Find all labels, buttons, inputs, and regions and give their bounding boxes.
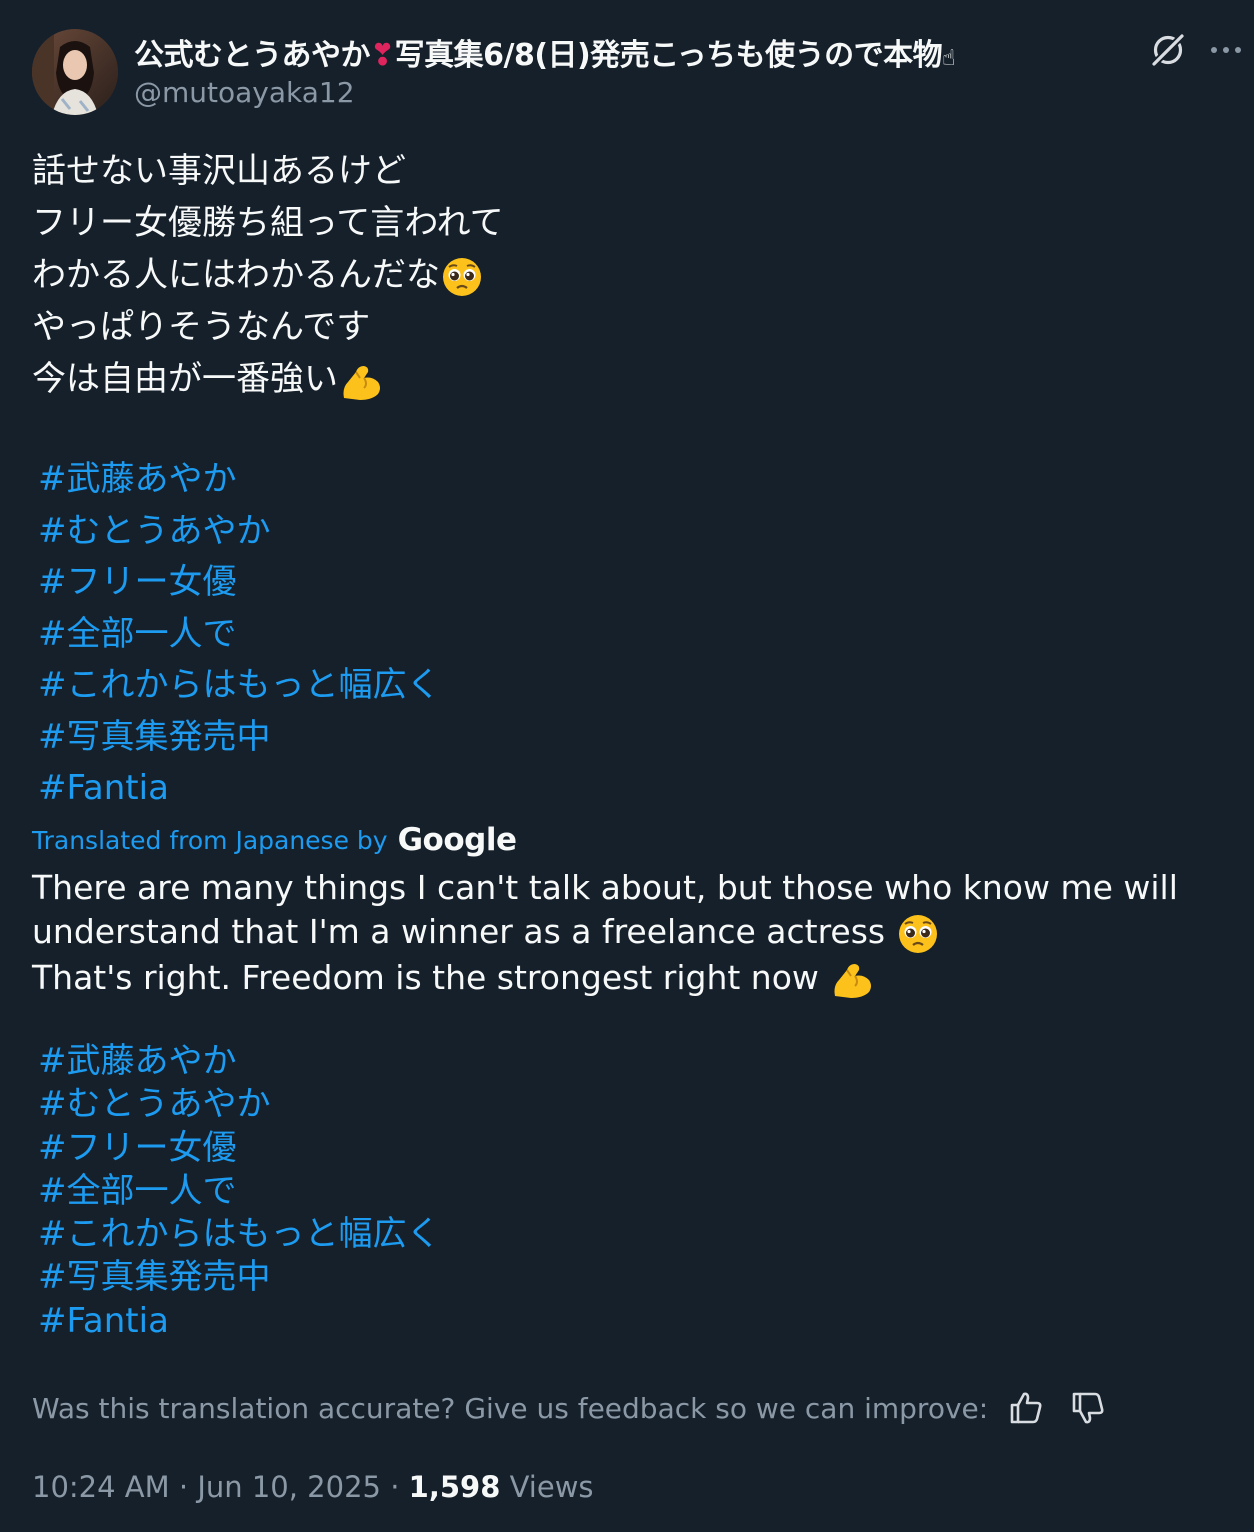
- original-line: 話せない事沢山あるけど: [32, 151, 406, 191]
- avatar-image: [32, 29, 118, 115]
- views-count: 1,598: [408, 1470, 501, 1504]
- meta-separator: ·: [380, 1470, 409, 1504]
- thumbs-down-icon[interactable]: [1070, 1390, 1106, 1426]
- original-line: わかる人にはわかるんだな: [32, 255, 440, 295]
- original-line: フリー女優勝ち組って言われて: [32, 203, 504, 243]
- original-hashtags: #武藤あやか #むとうあやか #フリー女優 #全部一人で #これからはもっと幅広…: [38, 454, 441, 815]
- translation-label: Translated from Japanese by: [32, 825, 388, 855]
- pleading-face-emoji: [898, 914, 937, 953]
- tweet-date[interactable]: Jun 10, 2025: [197, 1470, 381, 1504]
- heart-exclamation-emoji: ❣: [370, 38, 395, 73]
- translated-paragraph-1: There are many things I can't talk about…: [32, 868, 1178, 951]
- hashtag-link[interactable]: #これからはもっと幅広く: [38, 660, 441, 712]
- hashtag-link[interactable]: #全部一人で: [38, 609, 441, 661]
- feedback-prompt: Was this translation accurate? Give us f…: [32, 1391, 989, 1425]
- translation-attribution[interactable]: Translated from Japanese by Google: [32, 822, 517, 858]
- translated-paragraph: That's right. Freedom is the strongest r…: [32, 956, 1222, 1003]
- tweet-meta: 10:24 AM · Jun 10, 2025 · 1,598 Views: [32, 1470, 594, 1504]
- hashtag-link[interactable]: #写真集発売中: [38, 1256, 441, 1299]
- avatar[interactable]: [32, 29, 118, 115]
- translated-hashtags: #武藤あやか #むとうあやか #フリー女優 #全部一人で #これからはもっと幅広…: [38, 1040, 441, 1343]
- hashtag-link[interactable]: #武藤あやか: [38, 454, 441, 506]
- translation-feedback: Was this translation accurate? Give us f…: [32, 1390, 1106, 1426]
- original-line: やっぱりそうなんです: [32, 307, 371, 347]
- grok-icon[interactable]: [1148, 30, 1188, 70]
- author-handle[interactable]: @mutoayaka12: [134, 76, 355, 109]
- hashtag-link[interactable]: #武藤あやか: [38, 1040, 441, 1083]
- more-icon[interactable]: [1206, 34, 1246, 66]
- hashtag-link[interactable]: #写真集発売中: [38, 712, 441, 764]
- hashtag-link[interactable]: #むとうあやか: [38, 506, 441, 558]
- views-label: Views: [500, 1470, 594, 1504]
- flexed-biceps-emoji: [834, 964, 872, 998]
- meta-separator: ·: [169, 1470, 198, 1504]
- pointing-up-emoji: ☝: [942, 46, 956, 71]
- hashtag-link[interactable]: #フリー女優: [38, 557, 441, 609]
- hashtag-link[interactable]: #むとうあやか: [38, 1083, 441, 1126]
- hashtag-link[interactable]: #フリー女優: [38, 1127, 441, 1170]
- display-name-part-2: 写真集6/8(日)発売こっちも使うので本物: [394, 38, 943, 73]
- google-logo: Google: [397, 822, 517, 858]
- translated-paragraph-2: That's right. Freedom is the strongest r…: [32, 957, 819, 997]
- hashtag-link[interactable]: #Fantia: [38, 1300, 441, 1343]
- translated-paragraph: There are many things I can't talk about…: [32, 866, 1222, 956]
- thumbs-up-icon[interactable]: [1008, 1390, 1044, 1426]
- pleading-face-emoji: [443, 257, 481, 296]
- tweet-time[interactable]: 10:24 AM: [32, 1470, 170, 1504]
- tweet: 公式むとうあやか❣写真集6/8(日)発売こっちも使うので本物☝ @mutoaya…: [0, 0, 1254, 1532]
- hashtag-link[interactable]: #Fantia: [38, 763, 441, 815]
- author-display-name[interactable]: 公式むとうあやか❣写真集6/8(日)発売こっちも使うので本物☝: [134, 30, 956, 74]
- tweet-original-text: 話せない事沢山あるけど フリー女優勝ち組って言われて わかる人にはわかるんだな …: [32, 145, 504, 405]
- tweet-translated-text: There are many things I can't talk about…: [32, 866, 1222, 1002]
- hashtag-link[interactable]: #これからはもっと幅広く: [38, 1213, 441, 1256]
- flexed-biceps-emoji: [343, 365, 380, 400]
- hashtag-link[interactable]: #全部一人で: [38, 1170, 441, 1213]
- original-line: 今は自由が一番強い: [32, 359, 338, 399]
- display-name-part-1: 公式むとうあやか: [134, 38, 371, 73]
